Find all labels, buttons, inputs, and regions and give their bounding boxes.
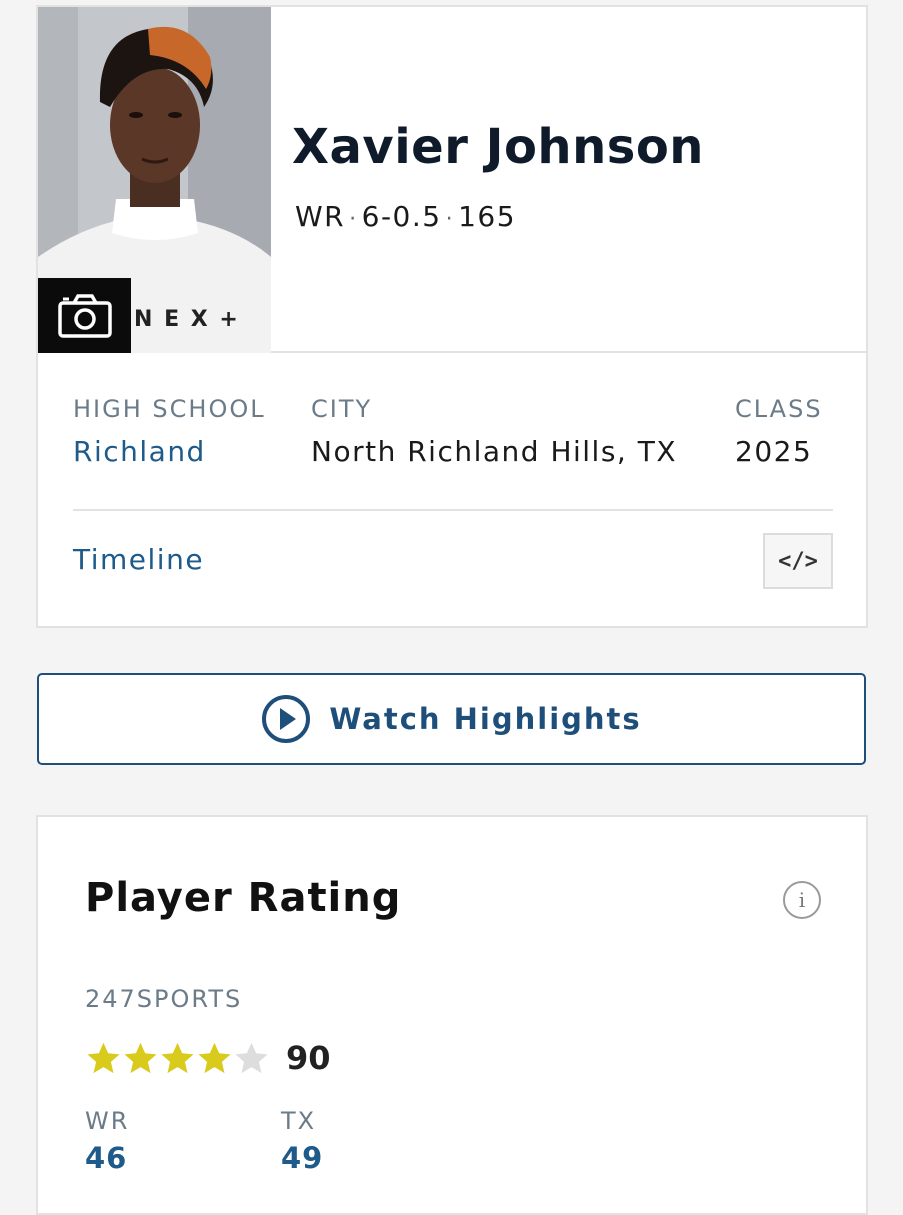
position-rank: WR 46: [85, 1107, 129, 1175]
divider: [73, 509, 833, 511]
camera-button[interactable]: [38, 278, 131, 353]
star-filled-icon: [87, 1042, 120, 1073]
player-position: WR: [295, 200, 346, 233]
photo-logo-text: N E X +: [134, 307, 240, 332]
player-weight: 165: [458, 200, 517, 233]
player-meta: WR · 6-0.5 · 165: [295, 200, 516, 233]
timeline-link[interactable]: Timeline: [73, 543, 204, 576]
state-rank: TX 49: [281, 1107, 323, 1175]
embed-button[interactable]: </>: [763, 533, 833, 589]
class-value: 2025: [735, 435, 813, 468]
watch-highlights-label: Watch Highlights: [329, 702, 642, 736]
state-rank-value[interactable]: 49: [281, 1141, 323, 1175]
rating-score: 90: [286, 1039, 331, 1077]
city-label: CITY: [311, 395, 373, 423]
high-school-column: HIGH SCHOOL Richland: [73, 395, 266, 468]
player-rating-card: Player Rating i 247SPORTS 90 WR 46 TX 49: [36, 815, 868, 1215]
star-empty-icon: [235, 1042, 268, 1073]
position-rank-label: WR: [85, 1107, 130, 1135]
high-school-label: HIGH SCHOOL: [73, 395, 266, 423]
class-column: CLASS 2025: [735, 395, 823, 468]
info-icon[interactable]: i: [783, 881, 821, 919]
rating-title: Player Rating: [85, 875, 402, 921]
meta-separator: ·: [349, 207, 358, 232]
class-label: CLASS: [735, 395, 823, 423]
position-rank-value[interactable]: 46: [85, 1141, 129, 1175]
rating-source: 247SPORTS: [85, 985, 243, 1013]
state-rank-label: TX: [281, 1107, 317, 1135]
code-embed-icon: </>: [778, 548, 818, 574]
player-height: 6-0.5: [361, 200, 442, 233]
city-column: CITY North Richland Hills, TX: [311, 395, 677, 468]
stars-container: [85, 1040, 270, 1077]
meta-separator: ·: [445, 207, 455, 232]
camera-icon: [57, 293, 112, 338]
star-filled-icon: [124, 1042, 157, 1073]
high-school-link[interactable]: Richland: [73, 435, 266, 468]
star-rating: 90: [85, 1039, 331, 1077]
city-value: North Richland Hills, TX: [311, 435, 678, 468]
player-photo[interactable]: N E X +: [38, 7, 271, 353]
star-filled-icon: [198, 1042, 231, 1073]
play-circle-icon: [262, 695, 311, 743]
player-profile-card: N E X + Xavier Johnson WR · 6-0.5 · 165 HIGH…: [36, 5, 868, 628]
player-info-row: HIGH SCHOOL Richland CITY North Richland…: [38, 355, 866, 515]
player-header: N E X + Xavier Johnson WR · 6-0.5 · 165: [38, 7, 866, 353]
player-name: Xavier Johnson: [292, 119, 704, 175]
star-filled-icon: [161, 1042, 194, 1073]
watch-highlights-button[interactable]: Watch Highlights: [37, 673, 866, 765]
